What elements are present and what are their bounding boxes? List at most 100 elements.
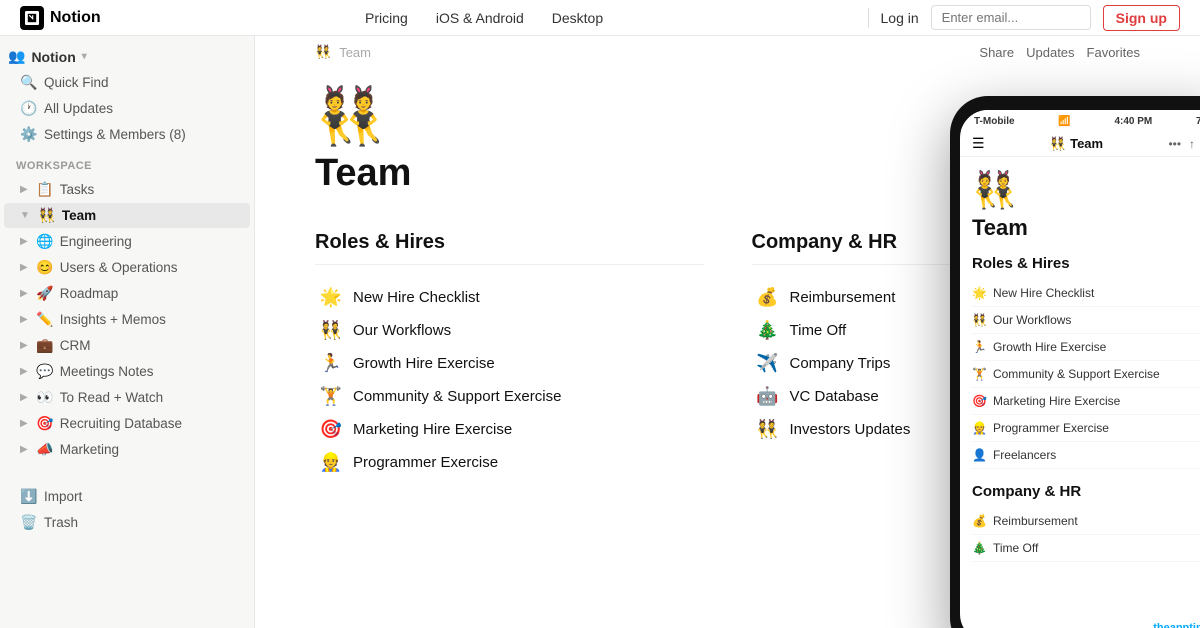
sidebar-insights-label: Insights + Memos — [60, 312, 166, 327]
chevron-right-icon-rm: ▶ — [20, 288, 28, 299]
sidebar-item-team[interactable]: ▼ 👯 Team — [4, 203, 250, 228]
phone-carrier: T-Mobile — [974, 116, 1015, 127]
watermark: theapptimes — [1153, 622, 1200, 628]
sidebar-notion-row[interactable]: 👥 Notion ▾ — [0, 44, 254, 69]
list-item[interactable]: 👷 Programmer Exercise — [315, 446, 704, 479]
phone-content: 👯 Team Roles & Hires 🌟 New Hire Checklis… — [960, 157, 1200, 628]
phone-list-item: 🎯 Marketing Hire Exercise ••• — [972, 388, 1200, 415]
desktop-link[interactable]: Desktop — [552, 10, 603, 26]
list-item[interactable]: 👯 Our Workflows — [315, 314, 704, 347]
list-item[interactable]: 🏃 Growth Hire Exercise — [315, 347, 704, 380]
phone-item-label: New Hire Checklist — [993, 286, 1094, 300]
sidebar-item-import[interactable]: ⬇️ Import — [4, 484, 250, 509]
roadmap-icon: 🚀 — [36, 285, 54, 302]
list-item-label: Growth Hire Exercise — [353, 355, 495, 372]
roles-hires-column: Roles & Hires 🌟 New Hire Checklist 👯 Our… — [315, 231, 704, 479]
phone-item-emoji: 👯 — [972, 313, 987, 327]
sidebar-roadmap-label: Roadmap — [60, 286, 119, 301]
marketing-icon: 📣 — [36, 441, 54, 458]
phone-item-emoji: 👷 — [972, 421, 987, 435]
chevron-right-icon-mk: ▶ — [20, 444, 28, 455]
chevron-down-icon: ▾ — [82, 51, 87, 62]
notion-workspace-icon: 👥 — [8, 48, 25, 65]
recruiting-icon: 🎯 — [36, 415, 54, 432]
list-item-label: Our Workflows — [353, 322, 451, 339]
sidebar-item-engineering[interactable]: ▶ 🌐 Engineering — [4, 229, 250, 254]
ios-android-link[interactable]: iOS & Android — [436, 10, 524, 26]
phone-item-label: Freelancers — [993, 448, 1056, 462]
team-icon: 👯 — [38, 207, 56, 224]
phone-item-label: Our Workflows — [993, 313, 1071, 327]
phone-item-emoji: 🎯 — [972, 394, 987, 408]
chevron-right-icon-crm: ▶ — [20, 340, 28, 351]
top-navigation: Notion Pricing iOS & Android Desktop Log… — [0, 0, 1200, 36]
list-item[interactable]: 🏋️ Community & Support Exercise — [315, 380, 704, 413]
logo[interactable]: Notion — [20, 6, 101, 30]
share-button[interactable]: Share — [979, 45, 1014, 60]
sidebar-item-roadmap[interactable]: ▶ 🚀 Roadmap — [4, 281, 250, 306]
sidebar-workspace-items: ▶ 📋 Tasks ▼ 👯 Team ▶ 🌐 Engineering ▶ 😊 U… — [0, 177, 254, 462]
sidebar-item-insights[interactable]: ▶ ✏️ Insights + Memos — [4, 307, 250, 332]
chevron-right-icon-im: ▶ — [20, 314, 28, 325]
main-layout: 👥 Notion ▾ 🔍 Quick Find 🕐 All Updates ⚙️… — [0, 36, 1200, 628]
sidebar-item-tasks[interactable]: ▶ 📋 Tasks — [4, 177, 250, 202]
insights-icon: ✏️ — [36, 311, 54, 328]
phone-company-section: Company & HR 💰 Reimbursement ••• — [972, 483, 1200, 562]
list-item[interactable]: 🌟 New Hire Checklist — [315, 281, 704, 314]
phone-mockup: T-Mobile 📶 4:40 PM 78% ☰ 👯 Team ••• — [950, 96, 1200, 628]
favorites-button[interactable]: Favorites — [1087, 45, 1140, 60]
breadcrumb-label: Team — [339, 45, 371, 60]
list-item-label: Marketing Hire Exercise — [353, 421, 512, 438]
sidebar-item-trash[interactable]: 🗑️ Trash — [4, 510, 250, 535]
phone-item-label: Time Off — [993, 541, 1038, 555]
phone-nav-title: 👯 Team — [1050, 136, 1103, 152]
item-emoji: 🎄 — [756, 320, 780, 341]
sidebar-crm-label: CRM — [60, 338, 91, 353]
settings-icon: ⚙️ — [20, 126, 38, 143]
email-input[interactable] — [931, 5, 1091, 30]
item-emoji: 💰 — [756, 287, 780, 308]
list-item-label: Time Off — [790, 322, 847, 339]
list-item-label: Reimbursement — [790, 289, 896, 306]
phone-list-item: 🎄 Time Off ••• — [972, 535, 1200, 562]
meetings-icon: 💬 — [36, 363, 54, 380]
sidebar-item-meetings[interactable]: ▶ 💬 Meetings Notes — [4, 359, 250, 384]
phone-item-label: Growth Hire Exercise — [993, 340, 1106, 354]
list-item[interactable]: 🎯 Marketing Hire Exercise — [315, 413, 704, 446]
sidebar-read-label: To Read + Watch — [60, 390, 163, 405]
phone-item-emoji: 🏋️ — [972, 367, 987, 381]
sidebar-item-quick-find[interactable]: 🔍 Quick Find — [4, 70, 250, 95]
logo-text: Notion — [50, 9, 101, 27]
pricing-link[interactable]: Pricing — [365, 10, 408, 26]
chevron-down-icon: ▼ — [20, 210, 30, 221]
phone-item-emoji: 💰 — [972, 514, 987, 528]
list-item-label: New Hire Checklist — [353, 289, 480, 306]
engineering-icon: 🌐 — [36, 233, 54, 250]
phone-list-item: 💰 Reimbursement ••• — [972, 508, 1200, 535]
sidebar-tasks-label: Tasks — [60, 182, 95, 197]
item-emoji: 🤖 — [756, 386, 780, 407]
sidebar-item-settings[interactable]: ⚙️ Settings & Members (8) — [4, 122, 250, 147]
sidebar-engineering-label: Engineering — [60, 234, 132, 249]
sidebar-item-crm[interactable]: ▶ 💼 CRM — [4, 333, 250, 358]
workspace-section-label: WORKSPACE — [0, 148, 254, 176]
phone-time: 4:40 PM — [1114, 116, 1152, 127]
chevron-right-icon-rd: ▶ — [20, 418, 28, 429]
list-item-label: Investors Updates — [790, 421, 911, 438]
item-emoji: 🌟 — [319, 287, 343, 308]
tasks-icon: 📋 — [36, 181, 54, 198]
sidebar-item-recruiting[interactable]: ▶ 🎯 Recruiting Database — [4, 411, 250, 436]
phone-item-label: Programmer Exercise — [993, 421, 1109, 435]
signup-button[interactable]: Sign up — [1103, 5, 1180, 31]
phone-item-emoji: 🌟 — [972, 286, 987, 300]
updates-button[interactable]: Updates — [1026, 45, 1074, 60]
sidebar-item-users-operations[interactable]: ▶ 😊 Users & Operations — [4, 255, 250, 280]
sidebar-item-all-updates[interactable]: 🕐 All Updates — [4, 96, 250, 121]
phone-item-label: Marketing Hire Exercise — [993, 394, 1120, 408]
login-button[interactable]: Log in — [881, 10, 919, 26]
list-item-label: Programmer Exercise — [353, 454, 498, 471]
sidebar-item-to-read[interactable]: ▶ 👀 To Read + Watch — [4, 385, 250, 410]
sidebar-item-marketing[interactable]: ▶ 📣 Marketing — [4, 437, 250, 462]
crm-icon: 💼 — [36, 337, 54, 354]
nav-divider — [868, 8, 869, 28]
